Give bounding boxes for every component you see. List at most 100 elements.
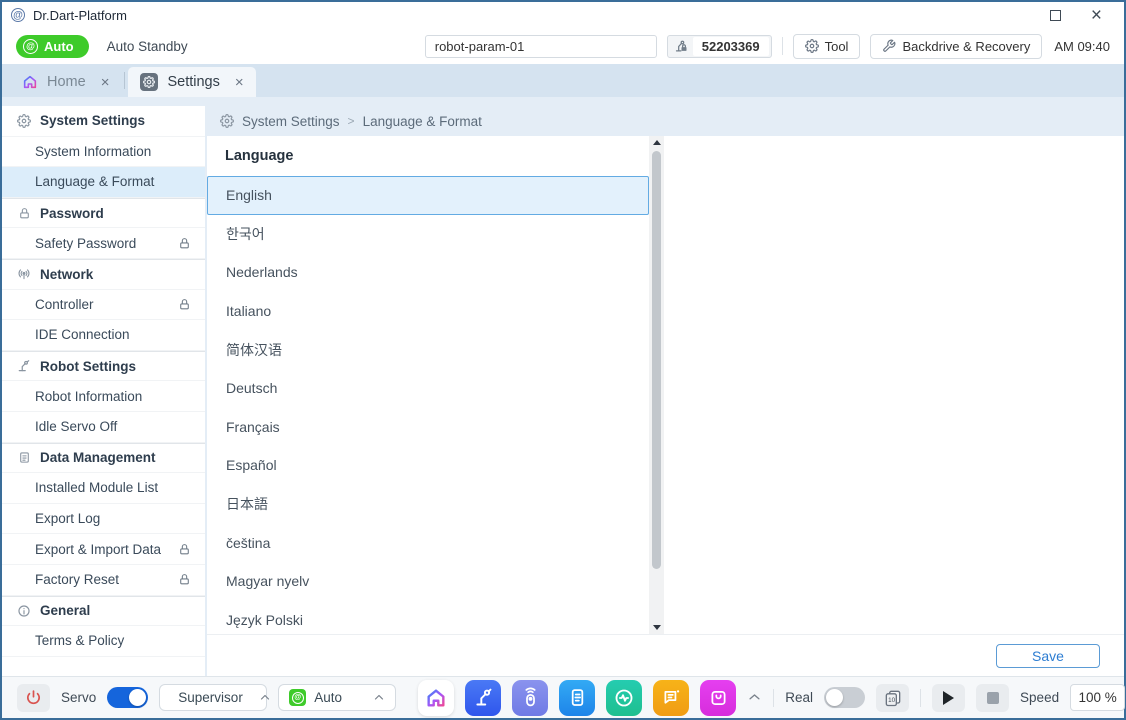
user-role-value: Supervisor (178, 690, 243, 705)
lock-icon (178, 298, 191, 311)
backdrive-button-label: Backdrive & Recovery (902, 39, 1030, 54)
status-bar: @ Auto Auto Standby 52203369 Tool (2, 28, 1124, 64)
ten-key-pad-button[interactable]: 10 (876, 684, 909, 712)
language-option-deutsch[interactable]: Deutsch (207, 369, 649, 408)
divider (773, 689, 774, 707)
sidebar-item-controller[interactable]: Controller (2, 290, 205, 321)
robot-param-input[interactable] (425, 35, 657, 58)
settings-sidebar: System Settings System Information Languag… (2, 106, 205, 676)
stop-button[interactable] (976, 684, 1009, 712)
auto-mode-badge[interactable]: @ Auto (16, 35, 89, 58)
language-option-item[interactable]: 日本語 (207, 485, 649, 524)
sidebar-label: Data Management (40, 450, 156, 465)
language-option-english[interactable]: English (207, 176, 649, 215)
home-app-icon[interactable] (418, 680, 454, 716)
collapse-dock-chevron-up-icon[interactable] (747, 690, 762, 705)
language-option-j-zyk-polski[interactable]: Język Polski (207, 601, 649, 634)
sidebar-item-safety-password[interactable]: Safety Password (2, 228, 205, 259)
stop-icon (987, 692, 999, 704)
scroll-up-icon[interactable] (653, 136, 661, 149)
task-writer-app-icon[interactable] (559, 680, 595, 716)
sidebar-item-language-format[interactable]: Language & Format (2, 167, 205, 198)
close-icon[interactable]: × (1091, 6, 1102, 25)
scrollbar-thumb[interactable] (652, 151, 661, 569)
robot-status-text: Auto Standby (107, 39, 188, 54)
breadcrumb-root[interactable]: System Settings (242, 114, 340, 129)
sidebar-section-network[interactable]: Network (2, 259, 205, 290)
divider (920, 689, 921, 707)
sidebar-label: Safety Password (35, 236, 136, 251)
tab-settings-close-icon[interactable]: × (235, 74, 244, 91)
language-option-fran-ais[interactable]: Français (207, 408, 649, 447)
speed-label: Speed (1020, 690, 1059, 705)
svg-text:10: 10 (888, 696, 895, 703)
language-option-item[interactable]: 简体汉语 (207, 330, 649, 369)
language-option-magyar-nyelv[interactable]: Magyar nyelv (207, 562, 649, 601)
sidebar-item-factory-reset[interactable]: Factory Reset (2, 565, 205, 596)
log-app-icon[interactable] (653, 680, 689, 716)
power-button[interactable] (17, 684, 50, 712)
robot-lock-icon (674, 39, 689, 54)
sidebar-section-general[interactable]: General (2, 596, 205, 627)
language-option-item[interactable]: 한국어 (207, 215, 649, 254)
store-app-icon[interactable] (700, 680, 736, 716)
mode-dropdown[interactable]: @ Auto (278, 684, 396, 711)
sidebar-item-ide-connection[interactable]: IDE Connection (2, 320, 205, 351)
language-option-nederlands[interactable]: Nederlands (207, 253, 649, 292)
breadcrumb-separator: > (348, 114, 355, 128)
monitoring-app-icon[interactable] (606, 680, 642, 716)
sidebar-label: Idle Servo Off (35, 419, 117, 434)
sidebar-section-system-settings[interactable]: System Settings (2, 106, 205, 137)
sidebar-label: Export Log (35, 511, 100, 526)
sidebar-label: General (40, 603, 90, 618)
sidebar-label: Language & Format (35, 174, 154, 189)
title-bar: @ Dr.Dart-Platform × (2, 2, 1124, 28)
language-panel: Language English한국어NederlandsItaliano简体汉… (207, 136, 1124, 676)
language-option-e-tina[interactable]: čeština (207, 523, 649, 562)
user-role-dropdown[interactable]: Supervisor (159, 684, 267, 711)
sidebar-item-export-import-data[interactable]: Export & Import Data (2, 534, 205, 565)
sidebar-item-export-log[interactable]: Export Log (2, 504, 205, 535)
main-area: System Settings > Language & Format Lang… (207, 106, 1124, 676)
sidebar-label: Robot Settings (40, 359, 136, 374)
tab-home-label: Home (47, 74, 86, 90)
window-title: Dr.Dart-Platform (33, 8, 127, 23)
vertical-scrollbar[interactable] (649, 136, 664, 634)
play-icon (943, 691, 954, 705)
serial-badge[interactable]: 52203369 (667, 35, 772, 58)
save-button[interactable]: Save (996, 644, 1100, 668)
language-list: Language English한국어NederlandsItaliano简体汉… (207, 136, 649, 634)
tool-button[interactable]: Tool (793, 34, 861, 59)
jog-pendant-app-icon[interactable] (512, 680, 548, 716)
doosan-a-icon: @ (23, 39, 38, 54)
robot-settings-app-icon[interactable] (465, 680, 501, 716)
maximize-icon[interactable] (1050, 10, 1061, 21)
bottom-bar: Servo Supervisor @ Auto (2, 676, 1124, 718)
sidebar-section-data-management[interactable]: Data Management (2, 443, 205, 474)
language-list-region: Language English한국어NederlandsItaliano简体汉… (207, 136, 1124, 634)
real-mode-toggle[interactable] (824, 687, 865, 708)
clock-text: AM 09:40 (1054, 39, 1110, 54)
servo-toggle[interactable] (107, 687, 148, 708)
sidebar-item-system-information[interactable]: System Information (2, 137, 205, 168)
sidebar-section-password[interactable]: Password (2, 198, 205, 229)
sidebar-item-robot-information[interactable]: Robot Information (2, 381, 205, 412)
sidebar-item-terms-policy[interactable]: Terms & Policy (2, 626, 205, 657)
scroll-down-icon[interactable] (653, 621, 661, 634)
language-option-italiano[interactable]: Italiano (207, 292, 649, 331)
sidebar-item-installed-module-list[interactable]: Installed Module List (2, 473, 205, 504)
sidebar-section-robot-settings[interactable]: Robot Settings (2, 351, 205, 382)
tab-home[interactable]: Home × (10, 67, 121, 97)
speed-value-box[interactable]: 100 % (1070, 684, 1125, 711)
backdrive-recovery-button[interactable]: Backdrive & Recovery (870, 34, 1042, 59)
sidebar-item-idle-servo-off[interactable]: Idle Servo Off (2, 412, 205, 443)
lock-icon (178, 543, 191, 556)
sidebar-label: System Information (35, 144, 151, 159)
tab-home-close-icon[interactable]: × (101, 74, 110, 91)
chevron-up-icon (259, 692, 271, 704)
play-button[interactable] (932, 684, 965, 712)
sidebar-label: System Settings (40, 113, 145, 128)
real-mode-label: Real (785, 690, 813, 705)
tab-settings[interactable]: Settings × (128, 67, 255, 97)
language-option-espa-ol[interactable]: Español (207, 446, 649, 485)
